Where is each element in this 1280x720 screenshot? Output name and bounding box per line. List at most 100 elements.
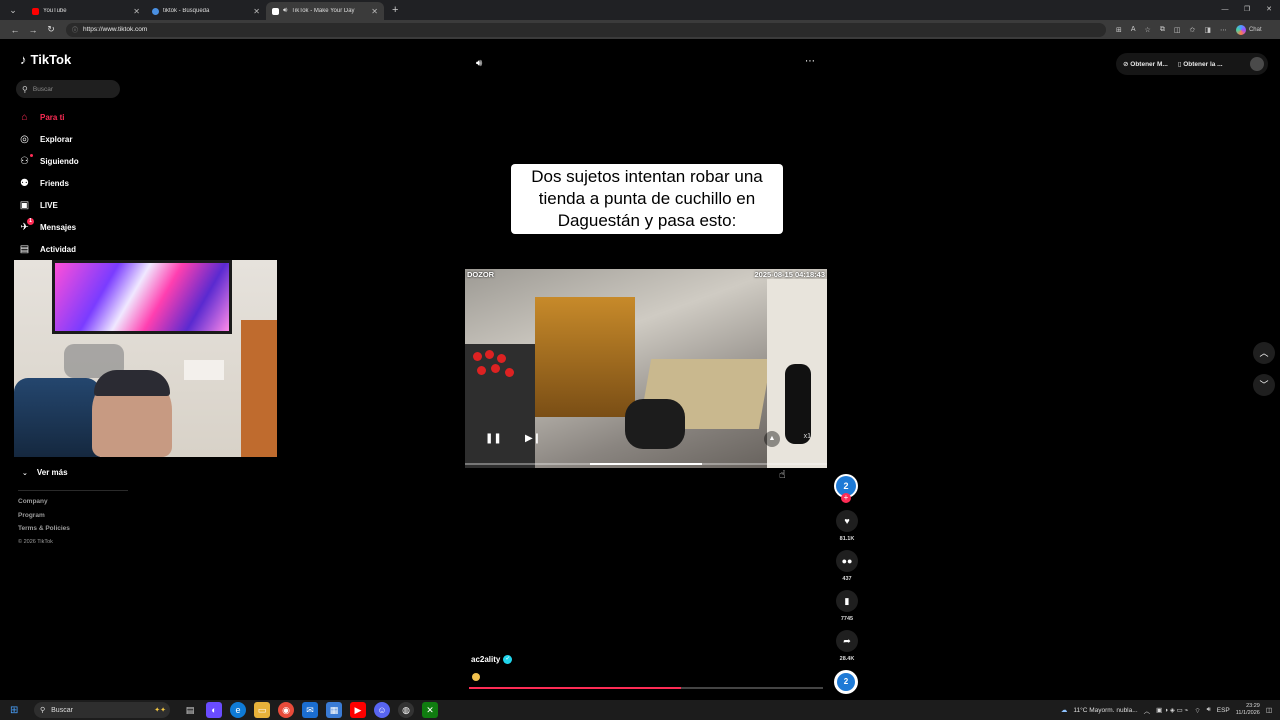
- brand-name: TikTok: [30, 52, 72, 67]
- split-screen-icon[interactable]: ◫: [1174, 26, 1181, 34]
- like-action[interactable]: ♥ 81.1K: [834, 510, 860, 542]
- store-icon[interactable]: ▦: [326, 702, 342, 718]
- clock-date: 11/1/2026: [1235, 710, 1260, 716]
- footer-link-company[interactable]: Company: [18, 498, 70, 512]
- favorites-icon[interactable]: ✩: [1189, 26, 1195, 34]
- close-tab-icon[interactable]: ✕: [371, 7, 378, 16]
- nav-item-mensajes[interactable]: ✈ 1 Mensajes: [18, 216, 79, 238]
- nav-item-actividad[interactable]: ▤ Actividad: [18, 238, 79, 260]
- network-icon[interactable]: ⌔: [1195, 706, 1201, 715]
- taskbar-search[interactable]: ⚲ Buscar ✦✦: [34, 702, 170, 718]
- close-tab-icon[interactable]: ✕: [253, 7, 260, 16]
- share-action[interactable]: ➦ 28.4K: [834, 630, 860, 662]
- playback-speed[interactable]: x1: [804, 433, 811, 440]
- tiktok-logo[interactable]: ♪ TikTok: [20, 52, 71, 67]
- nav-item-live[interactable]: ▣ LIVE: [18, 194, 79, 216]
- extensions-icon[interactable]: ⧉: [1160, 26, 1165, 34]
- xbox-icon[interactable]: ✕: [422, 702, 438, 718]
- get-app-button[interactable]: ⊘ Obtener M...: [1123, 60, 1168, 68]
- expand-up-icon[interactable]: ▲: [764, 431, 780, 447]
- copilot-app-icon[interactable]: ◐: [206, 702, 222, 718]
- search-input[interactable]: [32, 85, 113, 93]
- tab-actions-menu-icon[interactable]: ⌄: [0, 0, 26, 20]
- more-menu-icon[interactable]: ⋯: [1220, 26, 1227, 34]
- copilot-button[interactable]: Chat: [1235, 24, 1262, 35]
- nav-item-friends[interactable]: ⚉ Friends: [18, 172, 79, 194]
- nav-item-para-ti[interactable]: ⌂ Para ti: [18, 106, 79, 128]
- task-view-icon[interactable]: ▤: [182, 702, 198, 718]
- footer-link-program[interactable]: Program: [18, 512, 70, 526]
- volume-tray-icon[interactable]: 🔊︎: [1207, 706, 1211, 714]
- restore-icon[interactable]: ❐: [1236, 0, 1258, 20]
- camera-label: DOZOR: [467, 270, 495, 279]
- profile-avatar[interactable]: [1250, 57, 1264, 71]
- pause-icon[interactable]: ❚❚: [485, 433, 502, 444]
- follow-plus-icon[interactable]: +: [841, 493, 851, 503]
- close-tab-icon[interactable]: ✕: [133, 7, 140, 16]
- tab-tiktok[interactable]: 🔊︎ TikTok - Make Your Day ✕: [266, 2, 384, 20]
- copyright: © 2026 TikTok: [18, 538, 53, 545]
- language-indicator[interactable]: ESP: [1217, 707, 1230, 714]
- sidebar: ♪ TikTok ⚲ ⌂ Para ti ◎ Explorar ⚇ Siguie…: [0, 40, 290, 690]
- app-available-icon[interactable]: ⊞: [1116, 26, 1122, 34]
- tray-overflow-icon[interactable]: ︿: [1144, 705, 1151, 715]
- ver-mas-button[interactable]: ⌄ Ver más: [22, 468, 68, 477]
- mail-icon[interactable]: ✉: [302, 702, 318, 718]
- next-video-button[interactable]: ﹀: [1253, 374, 1275, 396]
- speaker-icon[interactable]: 🔊︎: [283, 7, 287, 15]
- search-box[interactable]: ⚲: [16, 80, 120, 98]
- video-seek-thumb[interactable]: [590, 463, 703, 465]
- username[interactable]: ac2ality: [471, 655, 500, 664]
- comment-action[interactable]: ●● 437: [834, 550, 860, 582]
- notifications-icon[interactable]: ◫: [1266, 706, 1272, 714]
- back-icon[interactable]: ←: [6, 25, 24, 35]
- collections-icon[interactable]: ◨: [1204, 26, 1211, 34]
- video-player[interactable]: DOZOR 2025-08-15 04:18:43 ❚❚ ▶❙ ▲ x1: [465, 269, 827, 468]
- weather-text[interactable]: 11°C Mayorm. nubla...: [1073, 707, 1137, 714]
- get-desktop-app-button[interactable]: ▯ Obtener la ...: [1178, 60, 1223, 68]
- start-windows-icon[interactable]: ⊞: [10, 705, 30, 716]
- close-window-icon[interactable]: ✕: [1258, 0, 1280, 20]
- address-bar[interactable]: ⓘ https://www.tiktok.com: [66, 22, 1106, 37]
- robber-figure: [625, 399, 685, 449]
- comment-icon[interactable]: ●●: [836, 550, 858, 572]
- tray-apps-icon[interactable]: ▣ ◑ ◈ ▭ ⌁: [1156, 706, 1188, 714]
- sound-disc[interactable]: 2: [834, 670, 858, 694]
- previous-video-button[interactable]: ︿: [1253, 342, 1275, 364]
- heart-icon[interactable]: ♥: [836, 510, 858, 532]
- skip-next-icon[interactable]: ▶❙: [525, 433, 541, 444]
- favorite-star-icon[interactable]: ☆: [1145, 26, 1151, 34]
- tv-screen: [52, 260, 232, 334]
- author-avatar[interactable]: 2 +: [834, 474, 858, 503]
- save-action[interactable]: ▮ 7745: [834, 590, 860, 622]
- copilot-label: Chat: [1248, 26, 1262, 33]
- more-options-icon[interactable]: ⋯: [805, 56, 815, 67]
- file-explorer-icon[interactable]: ▭: [254, 702, 270, 718]
- share-icon[interactable]: ➦: [836, 630, 858, 652]
- tab-youtube[interactable]: YouTube ✕: [26, 2, 146, 20]
- youtube-app-icon[interactable]: ▶: [350, 702, 366, 718]
- nav-item-siguiendo[interactable]: ⚇ Siguiendo: [18, 150, 79, 172]
- chrome-icon[interactable]: ◉: [278, 702, 294, 718]
- edge-icon[interactable]: e: [230, 702, 246, 718]
- site-info-icon[interactable]: ⓘ: [72, 25, 78, 34]
- nav-item-explorar[interactable]: ◎ Explorar: [18, 128, 79, 150]
- minimize-icon[interactable]: —: [1214, 0, 1236, 20]
- youtube-favicon-icon: [32, 7, 39, 15]
- weather-icon[interactable]: ☁: [1061, 706, 1068, 714]
- bookmark-icon[interactable]: ▮: [836, 590, 858, 612]
- clock[interactable]: 23:29 11/1/2026: [1236, 703, 1260, 717]
- footer-link-terms[interactable]: Terms & Policies: [18, 525, 70, 539]
- forward-icon[interactable]: →: [24, 25, 42, 35]
- post-author[interactable]: ac2ality ✓: [471, 655, 513, 664]
- new-tab-icon[interactable]: +: [392, 4, 398, 16]
- discord-icon[interactable]: ☺: [374, 702, 390, 718]
- tab-bing-search[interactable]: tiktok - Búsqueda ✕: [146, 2, 266, 20]
- search-icon: ⚲: [40, 707, 46, 714]
- reload-icon[interactable]: ↻: [42, 24, 60, 35]
- read-aloud-icon[interactable]: A: [1131, 26, 1136, 33]
- volume-icon[interactable]: 🔊︎: [476, 58, 482, 69]
- obs-icon[interactable]: ◍: [398, 702, 414, 718]
- caption-line: tienda a punta de cuchillo en: [538, 189, 756, 208]
- search-favicon-icon: [152, 7, 159, 15]
